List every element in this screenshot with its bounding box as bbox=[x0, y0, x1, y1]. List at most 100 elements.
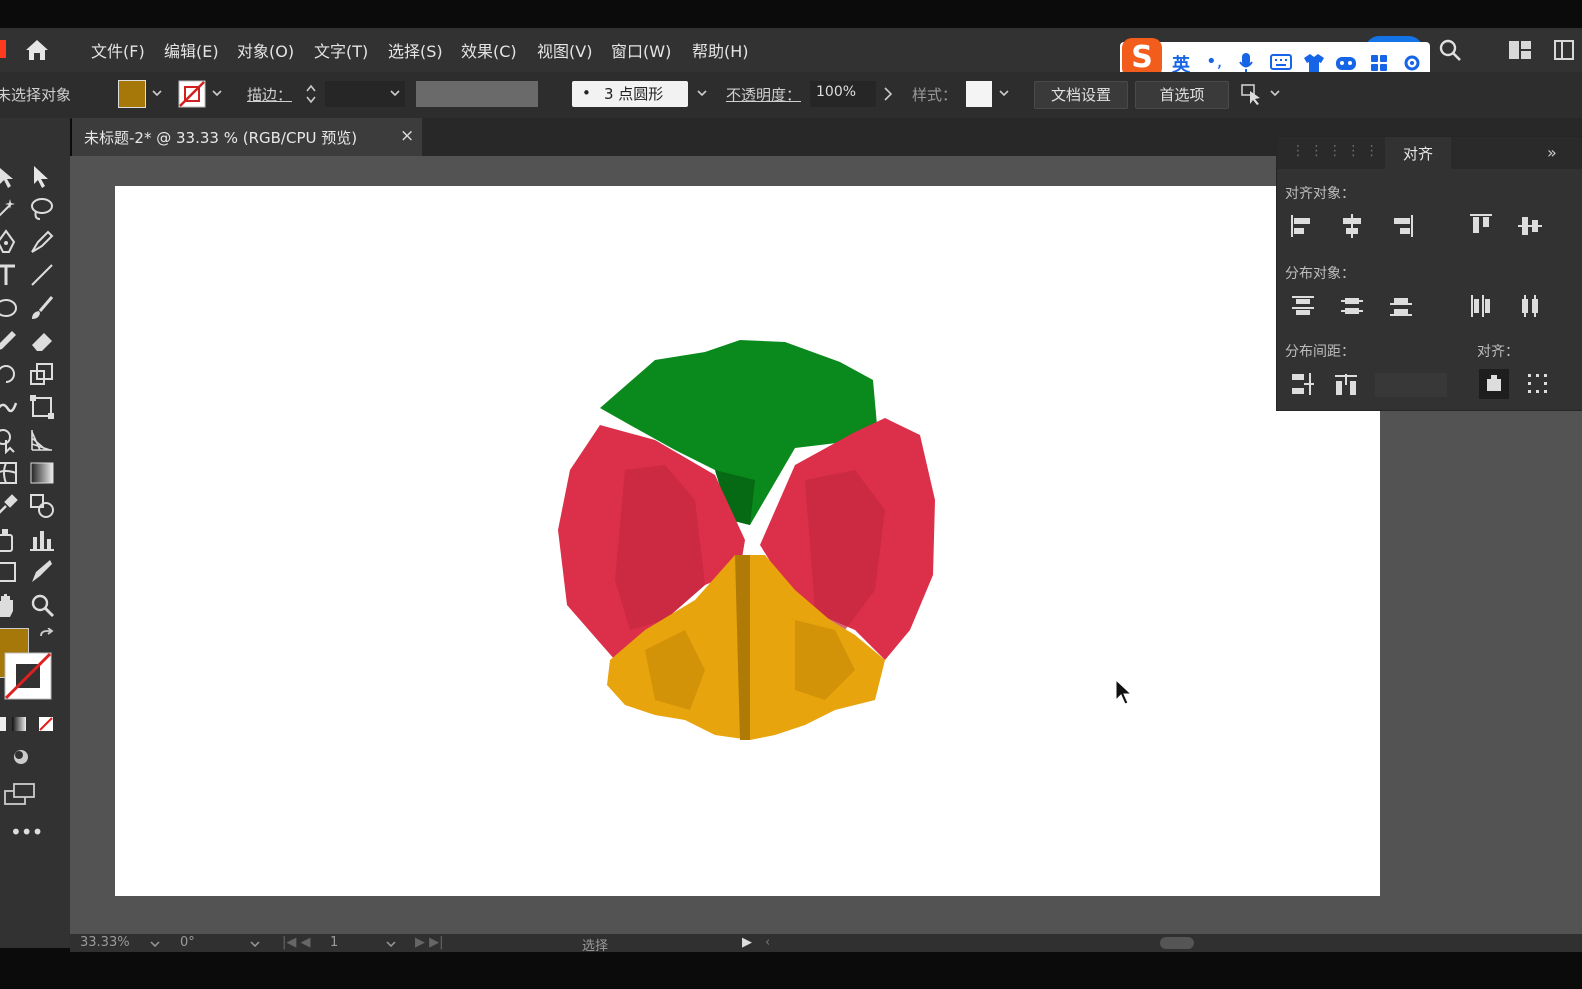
menu-help[interactable]: 帮助(H) bbox=[692, 38, 749, 62]
vertical-align-center-icon[interactable] bbox=[1517, 213, 1543, 239]
microphone-icon[interactable] bbox=[1238, 52, 1254, 74]
status-menu-arrow-icon[interactable]: ▶ bbox=[742, 935, 752, 950]
mesh-tool-icon[interactable] bbox=[0, 459, 20, 487]
symbol-sprayer-tool-icon[interactable] bbox=[0, 525, 20, 553]
search-icon[interactable] bbox=[1438, 38, 1462, 62]
chevron-down-icon[interactable] bbox=[697, 90, 707, 96]
stroke-color-box[interactable] bbox=[4, 652, 52, 700]
window-panel-icon[interactable] bbox=[1554, 40, 1574, 60]
chevron-down-icon[interactable] bbox=[150, 941, 160, 947]
horizontal-distribute-space-icon[interactable] bbox=[1333, 371, 1359, 397]
skin-icon[interactable] bbox=[1303, 53, 1325, 73]
menu-window[interactable]: 窗口(W) bbox=[611, 38, 671, 62]
menu-file[interactable]: 文件(F) bbox=[91, 38, 145, 62]
punctuation-icon[interactable]: •, bbox=[1206, 51, 1222, 72]
more-tabs-icon[interactable]: » bbox=[1547, 143, 1557, 162]
blend-tool-icon[interactable] bbox=[28, 492, 56, 520]
menu-view[interactable]: 视图(V) bbox=[537, 38, 592, 62]
graphic-style-swatch[interactable] bbox=[966, 81, 992, 107]
stroke-color-none-swatch[interactable] bbox=[178, 80, 206, 108]
document-setup-button[interactable]: 文档设置 bbox=[1034, 81, 1128, 109]
opacity-label[interactable]: 不透明度： bbox=[726, 84, 801, 105]
perspective-grid-tool-icon[interactable] bbox=[28, 426, 56, 454]
document-tab[interactable]: 未标题-2* @ 33.33 % (RGB/CPU 预览) × bbox=[72, 118, 422, 156]
zoom-level[interactable]: 33.33% bbox=[80, 935, 130, 950]
ellipse-tool-icon[interactable] bbox=[0, 294, 20, 322]
horizontal-distribute-left-icon[interactable] bbox=[1468, 293, 1494, 319]
vertical-distribute-top-icon[interactable] bbox=[1290, 293, 1316, 319]
menu-object[interactable]: 对象(O) bbox=[237, 38, 294, 62]
vertical-distribute-center-icon[interactable] bbox=[1339, 293, 1365, 319]
slice-tool-icon[interactable] bbox=[28, 558, 56, 586]
fill-color-swatch[interactable] bbox=[118, 80, 146, 108]
stroke-weight-stepper-icon[interactable] bbox=[305, 82, 317, 106]
more-tools-icon[interactable]: ••• bbox=[10, 820, 43, 844]
free-transform-tool-icon[interactable] bbox=[28, 393, 56, 421]
horizontal-scrollbar-thumb[interactable] bbox=[1160, 937, 1194, 949]
vertical-distribute-space-icon[interactable] bbox=[1290, 371, 1316, 397]
game-icon[interactable] bbox=[1335, 54, 1357, 72]
hand-tool-icon[interactable] bbox=[0, 591, 20, 619]
chevron-down-icon[interactable] bbox=[386, 941, 396, 947]
last-artboard-icon[interactable]: ▶ ▶| bbox=[415, 935, 444, 950]
draw-mode-icon[interactable] bbox=[12, 748, 30, 766]
chevron-down-icon[interactable] bbox=[1270, 90, 1280, 96]
chevron-down-icon[interactable] bbox=[390, 90, 400, 96]
gradient-tool-icon[interactable] bbox=[28, 459, 56, 487]
paintbrush-tool-icon[interactable] bbox=[28, 294, 56, 322]
align-to-artboard-icon[interactable] bbox=[1525, 371, 1551, 397]
lasso-tool-icon[interactable] bbox=[28, 195, 56, 223]
eyedropper-tool-icon[interactable] bbox=[0, 492, 20, 520]
screen-mode-icon[interactable] bbox=[4, 783, 36, 805]
horizontal-align-center-icon[interactable] bbox=[1339, 213, 1365, 239]
chevron-down-icon[interactable] bbox=[250, 941, 260, 947]
menu-edit[interactable]: 编辑(E) bbox=[164, 38, 219, 62]
collapsed-panel-tabs[interactable]: ⋮ ⋮ ⋮ ⋮ ⋮ bbox=[1291, 143, 1379, 159]
type-tool-icon[interactable] bbox=[0, 261, 20, 289]
swap-fill-stroke-icon[interactable] bbox=[38, 628, 56, 646]
vertical-distribute-bottom-icon[interactable] bbox=[1388, 293, 1414, 319]
new-year-artwork[interactable] bbox=[555, 330, 945, 750]
shape-builder-tool-icon[interactable] bbox=[0, 426, 20, 454]
horizontal-distribute-center-icon[interactable] bbox=[1517, 293, 1543, 319]
artboard-tool-icon[interactable] bbox=[0, 558, 20, 586]
horizontal-align-right-icon[interactable] bbox=[1388, 213, 1414, 239]
keyboard-icon[interactable] bbox=[1270, 54, 1292, 70]
line-segment-tool-icon[interactable] bbox=[28, 261, 56, 289]
gradient-mode-button[interactable] bbox=[12, 717, 26, 731]
curvature-tool-icon[interactable] bbox=[28, 228, 56, 256]
variable-width-profile[interactable] bbox=[416, 81, 538, 107]
eraser-tool-icon[interactable] bbox=[28, 327, 56, 355]
menu-type[interactable]: 文字(T) bbox=[314, 38, 368, 62]
scale-tool-icon[interactable] bbox=[28, 360, 56, 388]
ime-settings-icon[interactable] bbox=[1402, 53, 1422, 73]
column-graph-tool-icon[interactable] bbox=[28, 525, 56, 553]
toolbox-icon[interactable] bbox=[1370, 54, 1388, 72]
rotation-value[interactable]: 0° bbox=[180, 935, 195, 950]
color-mode-button[interactable] bbox=[0, 717, 6, 731]
brush-definition-field[interactable]: • 3 点圆形 bbox=[572, 81, 688, 107]
menu-effect[interactable]: 效果(C) bbox=[461, 38, 517, 62]
pencil-tool-icon[interactable] bbox=[0, 327, 20, 355]
horizontal-align-left-icon[interactable] bbox=[1290, 213, 1316, 239]
chevron-right-icon[interactable] bbox=[884, 87, 892, 101]
opacity-field[interactable]: 100% bbox=[810, 81, 876, 107]
home-icon[interactable] bbox=[24, 38, 50, 62]
zoom-tool-icon[interactable] bbox=[28, 591, 56, 619]
workspace-switcher-icon[interactable] bbox=[1508, 40, 1532, 60]
selection-tool-icon[interactable] bbox=[0, 162, 22, 190]
rotate-tool-icon[interactable] bbox=[0, 360, 20, 388]
chevron-down-icon[interactable] bbox=[212, 90, 222, 96]
direct-selection-tool-icon[interactable] bbox=[28, 162, 56, 190]
artboard-number[interactable]: 1 bbox=[330, 935, 338, 950]
magic-wand-tool-icon[interactable] bbox=[0, 195, 20, 223]
close-icon[interactable]: × bbox=[400, 126, 414, 146]
stroke-label[interactable]: 描边： bbox=[247, 84, 292, 105]
chevron-down-icon[interactable] bbox=[999, 90, 1009, 96]
chevron-down-icon[interactable] bbox=[152, 90, 162, 96]
pen-tool-icon[interactable] bbox=[0, 228, 20, 256]
vertical-align-top-icon[interactable] bbox=[1468, 213, 1494, 239]
scroll-left-icon[interactable]: ‹ bbox=[765, 935, 770, 950]
menu-select[interactable]: 选择(S) bbox=[388, 38, 443, 62]
warp-tool-icon[interactable] bbox=[0, 393, 20, 421]
